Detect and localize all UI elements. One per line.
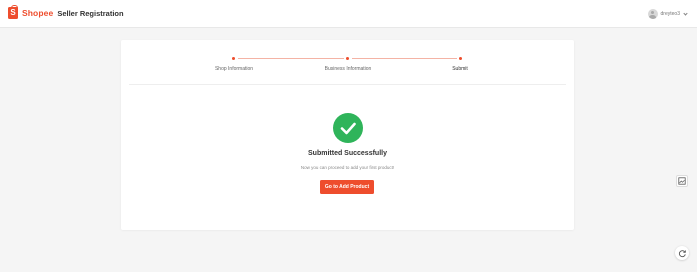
divider — [129, 84, 566, 85]
avatar — [647, 9, 658, 19]
step-label-shop-information: Shop Information — [214, 66, 254, 72]
result-description: Now you can proceed to add your first pr… — [300, 165, 395, 170]
result-title: Submitted Successfully — [308, 150, 387, 157]
go-to-add-product-button[interactable]: Go to Add Product — [320, 180, 374, 194]
brand[interactable]: S Shopee Seller Registration — [8, 4, 124, 19]
username: dreyteo3 — [660, 11, 680, 17]
chevron-down-icon — [683, 10, 688, 16]
step-connector — [352, 58, 457, 59]
refresh-icon[interactable] — [675, 246, 689, 260]
step-label-submit: Submit — [452, 66, 468, 72]
step-dot-business-information — [346, 57, 349, 60]
step-dot-shop-information — [232, 57, 235, 60]
step-dot-submit — [459, 57, 462, 60]
image-frame-icon[interactable] — [676, 175, 688, 187]
shopee-bag-icon: S — [8, 4, 18, 19]
top-bar: S Shopee Seller Registration dreyteo3 — [0, 0, 697, 28]
registration-card: Shop Information Business Information Su… — [121, 40, 574, 230]
user-menu[interactable]: dreyteo3 — [647, 9, 688, 19]
step-connector — [238, 58, 344, 59]
page-title: Seller Registration — [57, 8, 124, 18]
brand-name: Shopee — [22, 8, 54, 18]
step-label-business-information: Business Information — [324, 66, 372, 72]
success-check-icon — [333, 113, 363, 143]
